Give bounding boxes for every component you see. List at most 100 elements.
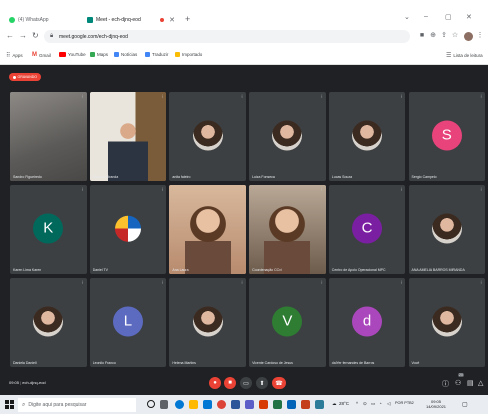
more-options-icon[interactable]: ⁝ bbox=[401, 281, 403, 286]
participant-tile[interactable]: ⁝ Luiza Fonseca bbox=[249, 92, 326, 181]
store-icon[interactable] bbox=[203, 400, 212, 409]
more-options-icon[interactable]: ⁝ bbox=[82, 95, 84, 100]
wifi-icon[interactable]: ◔ bbox=[379, 401, 382, 406]
more-options-icon[interactable]: ⁝ bbox=[480, 281, 482, 286]
tab-meet[interactable]: Meet - ech-djnq-eod ✕ bbox=[82, 12, 180, 28]
clock[interactable]: 09:05 14/09/2021 bbox=[426, 399, 446, 409]
more-options-icon[interactable]: ⁝ bbox=[82, 188, 84, 193]
bookmark-noticias[interactable]: Notícias bbox=[114, 52, 137, 57]
minimize-button[interactable]: – bbox=[424, 13, 428, 20]
notifications-icon[interactable]: ▢ bbox=[462, 401, 468, 408]
more-options-icon[interactable]: ⁝ bbox=[480, 95, 482, 100]
captions-button[interactable]: ▭ bbox=[240, 377, 252, 389]
recording-badge[interactable]: GRAVANDO bbox=[9, 73, 41, 81]
file-explorer-icon[interactable] bbox=[189, 400, 198, 409]
more-options-icon[interactable]: ⁝ bbox=[241, 95, 243, 100]
more-options-icon[interactable]: ⁝ bbox=[162, 281, 164, 286]
more-options-icon[interactable]: ⁝ bbox=[321, 188, 323, 193]
activities-icon[interactable]: △ bbox=[478, 379, 483, 387]
participant-tile[interactable]: ⁝ Coordenação CCvi bbox=[249, 185, 326, 274]
meeting-info-icon[interactable]: ⓘ bbox=[442, 379, 449, 389]
app-icon-2[interactable] bbox=[315, 400, 324, 409]
edge-icon[interactable] bbox=[175, 400, 184, 409]
more-options-icon[interactable]: ⁝ bbox=[401, 188, 403, 193]
chat-icon[interactable]: ▤ bbox=[467, 379, 474, 387]
app-icon[interactable] bbox=[301, 400, 310, 409]
recording-dot-icon bbox=[160, 18, 165, 22]
network-icon[interactable]: ⊙ bbox=[363, 401, 367, 407]
participant-tile[interactable]: ⁝ Lucas Souza bbox=[328, 92, 406, 181]
participant-tile[interactable]: ⁝ Você bbox=[408, 278, 485, 367]
bookmark-traduzir[interactable]: Traduzir bbox=[145, 52, 168, 57]
weather-icon[interactable]: ☁ bbox=[332, 401, 337, 407]
bookmark-star-icon[interactable]: ☆ bbox=[451, 32, 459, 40]
close-window-button[interactable]: ✕ bbox=[466, 13, 472, 21]
participant-tile[interactable]: d ⁝ daiYer fernandes de Barros bbox=[328, 278, 406, 367]
outlook-icon[interactable] bbox=[287, 400, 296, 409]
more-options-icon[interactable]: ⁝ bbox=[162, 188, 164, 193]
reload-icon[interactable]: ↻ bbox=[32, 31, 39, 40]
close-tab-icon[interactable]: ✕ bbox=[169, 16, 175, 24]
more-options-icon[interactable]: ⁝ bbox=[162, 95, 164, 100]
bookmark-gmail[interactable]: M Gmail bbox=[32, 52, 51, 58]
people-button[interactable]: ⚇ 20 bbox=[455, 373, 464, 387]
avatar: S bbox=[431, 120, 462, 150]
camera-in-use-icon[interactable]: ■ bbox=[418, 32, 426, 40]
more-options-icon[interactable]: ⁝ bbox=[321, 95, 323, 100]
taskbar-search-input[interactable]: ⌕ Digite aqui para pesquisar bbox=[18, 398, 136, 412]
more-options-icon[interactable]: ⁝ bbox=[241, 188, 243, 193]
participant-tile[interactable]: ⁝ Ana Laura bbox=[169, 185, 246, 274]
zoom-icon[interactable]: ⊕ bbox=[429, 32, 437, 40]
avatar bbox=[272, 120, 303, 150]
back-icon[interactable]: ← bbox=[6, 31, 14, 40]
participant-tile[interactable]: ⁝ Daniel TV bbox=[89, 185, 167, 274]
task-view-icon[interactable] bbox=[160, 400, 168, 409]
participant-name: Sandro Figueiredo bbox=[13, 175, 42, 179]
tray-chevron-icon[interactable]: ^ bbox=[356, 401, 358, 406]
forward-icon[interactable]: → bbox=[19, 31, 27, 40]
menu-icon[interactable]: ⋮ bbox=[476, 32, 484, 40]
participant-tile[interactable]: ⁝ ANA AMELIA BARROS MIRANDA bbox=[408, 185, 485, 274]
camera-off-button[interactable]: ■ bbox=[224, 377, 236, 389]
bookmark-apps[interactable]: ⠿ Apps bbox=[6, 52, 23, 59]
new-tab-button[interactable]: + bbox=[185, 14, 190, 24]
more-options-icon[interactable]: ⁝ bbox=[480, 188, 482, 193]
more-options-icon[interactable]: ⁝ bbox=[321, 281, 323, 286]
present-button[interactable]: ⬆ bbox=[256, 377, 268, 389]
cortana-icon[interactable] bbox=[147, 400, 155, 408]
maximize-button[interactable]: ▢ bbox=[445, 13, 452, 21]
participant-tile[interactable]: C ⁝ Centro de Apoio Operacional MPC bbox=[328, 185, 406, 274]
chrome-icon[interactable] bbox=[217, 400, 226, 409]
bookmark-importado[interactable]: Importado bbox=[175, 52, 202, 57]
battery-icon[interactable]: ▭ bbox=[371, 401, 375, 407]
participant-tile[interactable]: ⁝ Daniela Daniell bbox=[10, 278, 87, 367]
volume-icon[interactable]: ◁ bbox=[387, 401, 390, 407]
powerpoint-icon[interactable] bbox=[259, 400, 268, 409]
share-icon[interactable]: ⇪ bbox=[440, 32, 448, 40]
reading-list-icon: ☰ bbox=[446, 53, 452, 59]
leave-call-button[interactable]: ☎︎ bbox=[272, 377, 286, 389]
more-options-icon[interactable]: ⁝ bbox=[401, 95, 403, 100]
meeting-details[interactable]: 09:05 | ech-djnq-eod bbox=[9, 380, 46, 385]
bookmark-youtube[interactable]: YouTube bbox=[59, 52, 86, 57]
participant-tile[interactable]: S ⁝ Sergio Campelo bbox=[408, 92, 485, 181]
address-bar[interactable]: 🔒︎ meet.google.com/ech-djnq-eod bbox=[44, 30, 410, 43]
more-options-icon[interactable]: ⁝ bbox=[241, 281, 243, 286]
participant-tile[interactable]: ⁝ Claudio Miranda bbox=[89, 92, 167, 181]
participant-tile[interactable]: L ⁝ Leonilo Franco bbox=[89, 278, 167, 367]
participant-tile[interactable]: ⁝ anita faleiro bbox=[169, 92, 246, 181]
profile-avatar[interactable] bbox=[464, 32, 473, 41]
more-options-icon[interactable]: ⁝ bbox=[82, 281, 84, 286]
word-icon[interactable] bbox=[231, 400, 240, 409]
participant-tile[interactable]: ⁝ Sandro Figueiredo bbox=[10, 92, 87, 181]
participant-tile[interactable]: K ⁝ Karen Lima Karen bbox=[10, 185, 87, 274]
tab-search-icon[interactable]: ⌄ bbox=[404, 13, 410, 21]
participant-tile[interactable]: V ⁝ Vicente Cardoso de Jesus bbox=[249, 278, 326, 367]
participant-tile[interactable]: ⁝ Helena Martins bbox=[169, 278, 246, 367]
excel-icon[interactable] bbox=[273, 400, 282, 409]
teams-icon[interactable] bbox=[245, 400, 254, 409]
mic-off-button[interactable]: ● bbox=[209, 377, 221, 389]
reading-list-button[interactable]: ☰ Lista de leitura bbox=[446, 52, 483, 59]
bookmark-maps[interactable]: Maps bbox=[90, 52, 108, 57]
windows-start-icon[interactable] bbox=[5, 400, 14, 409]
